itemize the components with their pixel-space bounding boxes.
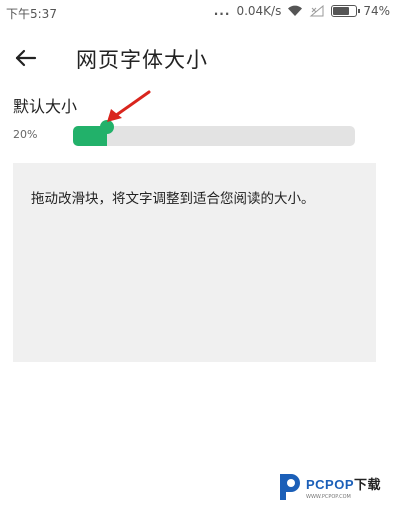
- preview-card: 拖动改滑块，将文字调整到适合您阅读的大小。: [13, 163, 376, 362]
- battery-percent: 74%: [363, 4, 390, 18]
- preview-text: 拖动改滑块，将文字调整到适合您阅读的大小。: [31, 191, 315, 207]
- status-time: 下午5:37: [6, 7, 57, 21]
- watermark-tagline: WWW.PCPOP.COM: [306, 494, 351, 500]
- watermark-suffix: 下载: [354, 477, 382, 492]
- status-indicators: ... 0.04K/s 74%: [214, 4, 390, 18]
- page-title: 网页字体大小: [76, 48, 208, 72]
- watermark: PCPOP下载 WWW.PCPOP.COM: [276, 470, 400, 504]
- back-button[interactable]: [10, 42, 42, 74]
- status-bar: 下午5:37 ... 0.04K/s 74%: [0, 0, 400, 28]
- font-size-slider[interactable]: [73, 120, 355, 146]
- arrow-left-icon: [15, 49, 37, 67]
- wifi-icon: [288, 5, 303, 17]
- font-size-percent: 20%: [13, 128, 38, 141]
- pcpop-logo-icon: [280, 474, 300, 500]
- more-dots-icon: ...: [213, 4, 231, 18]
- app-bar: 网页字体大小: [0, 36, 400, 80]
- battery-icon: [331, 5, 361, 17]
- watermark-brand: PCPOP: [306, 477, 355, 492]
- network-speed: 0.04K/s: [236, 4, 282, 18]
- battery-level: [333, 7, 350, 15]
- signal-icon: [309, 5, 324, 17]
- default-size-label: 默认大小: [13, 97, 78, 116]
- red-arrow-icon: [107, 90, 151, 122]
